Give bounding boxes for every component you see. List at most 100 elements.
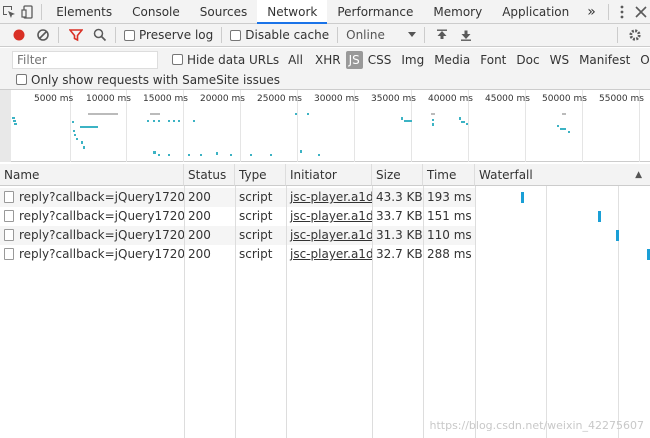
filter-other[interactable]: Other — [635, 51, 650, 69]
table-row[interactable]: reply?callback=jQuery172057... 200 scrip… — [0, 207, 475, 226]
overview-request-mark — [564, 128, 566, 130]
column-header-status[interactable]: Status — [184, 164, 235, 186]
network-toolbar: Preserve log Disable cache Online — [0, 24, 650, 47]
overview-request-mark — [193, 120, 195, 122]
hide-data-urls-checkbox[interactable]: Hide data URLs — [172, 53, 279, 67]
record-button[interactable] — [8, 24, 30, 46]
script-file-icon — [4, 248, 14, 260]
filter-css[interactable]: CSS — [363, 51, 397, 69]
column-header-time[interactable]: Time — [423, 164, 475, 186]
overview-request-mark — [168, 154, 170, 156]
disable-cache-checkbox[interactable]: Disable cache — [230, 28, 329, 42]
table-row[interactable]: reply?callback=jQuery172057... 200 scrip… — [0, 245, 475, 264]
column-header-initiator[interactable]: Initiator — [286, 164, 372, 186]
settings-gear-icon[interactable] — [624, 24, 646, 46]
overview-request-mark — [404, 120, 412, 122]
request-size: 32.7 KB — [376, 247, 423, 261]
request-status: 200 — [188, 247, 211, 261]
filter-img[interactable]: Img — [396, 51, 429, 69]
export-har-icon[interactable] — [455, 24, 477, 46]
overview-request-mark — [83, 146, 85, 149]
waterfall-bar[interactable] — [521, 192, 524, 203]
column-header-waterfall[interactable]: Waterfall ▲ — [475, 164, 650, 186]
tab-sources[interactable]: Sources — [190, 0, 257, 24]
tab-console[interactable]: Console — [122, 0, 190, 24]
filter-font[interactable]: Font — [475, 51, 511, 69]
kebab-menu-icon[interactable] — [613, 0, 632, 24]
inspect-element-icon[interactable] — [0, 0, 19, 24]
filter-all[interactable]: All — [283, 51, 308, 69]
column-header-type[interactable]: Type — [235, 164, 286, 186]
close-icon[interactable] — [631, 0, 650, 24]
requests-table: Name Status Type Initiator Size Time Wat… — [0, 164, 650, 438]
throttling-select[interactable]: Online — [346, 28, 417, 42]
request-initiator-link[interactable]: jsc-player.a1d... — [286, 245, 372, 264]
overview-request-mark — [466, 123, 468, 125]
tab-memory[interactable]: Memory — [423, 0, 492, 24]
request-name-cell: reply?callback=jQuery172057... — [0, 188, 184, 207]
overview-tick: 15000 ms — [143, 94, 188, 104]
filter-input[interactable] — [12, 50, 158, 69]
request-size: 31.3 KB — [376, 228, 423, 242]
filter-manifest[interactable]: Manifest — [574, 51, 635, 69]
more-tabs-button[interactable]: » — [579, 0, 604, 24]
overview-tick: 45000 ms — [485, 94, 530, 104]
filter-xhr[interactable]: XHR — [310, 51, 346, 69]
request-name: reply?callback=jQuery172057... — [19, 209, 184, 223]
filter-ws[interactable]: WS — [545, 51, 574, 69]
table-row[interactable]: reply?callback=jQuery172057... 200 scrip… — [0, 188, 475, 207]
request-name-cell: reply?callback=jQuery172057... — [0, 245, 184, 264]
preserve-log-checkbox[interactable]: Preserve log — [124, 28, 213, 42]
request-initiator-link[interactable]: jsc-player.a1d... — [286, 207, 372, 226]
request-initiator-link[interactable]: jsc-player.a1d... — [286, 226, 372, 245]
tab-network[interactable]: Network — [257, 0, 328, 24]
column-divider[interactable] — [235, 186, 236, 438]
import-har-icon[interactable] — [431, 24, 453, 46]
waterfall-bar[interactable] — [598, 211, 601, 222]
checkbox-box[interactable] — [172, 54, 183, 65]
overview-request-mark — [13, 120, 16, 122]
request-initiator-link[interactable]: jsc-player.a1d... — [286, 188, 372, 207]
samesite-checkbox[interactable]: Only show requests with SameSite issues — [16, 73, 280, 87]
column-divider[interactable] — [475, 186, 476, 438]
request-type: script — [239, 190, 273, 204]
overview-request-mark — [173, 120, 175, 122]
overview-request-mark — [74, 134, 76, 136]
divider — [337, 27, 339, 43]
request-name-cell: reply?callback=jQuery172057... — [0, 207, 184, 226]
device-toolbar-icon[interactable] — [19, 0, 38, 24]
overview-scroll-handle[interactable] — [0, 90, 11, 162]
overview-request-mark — [401, 117, 403, 120]
hide-data-urls-label: Hide data URLs — [187, 52, 280, 67]
tab-elements[interactable]: Elements — [46, 0, 122, 24]
column-divider[interactable] — [423, 186, 424, 438]
overview-request-mark — [72, 121, 74, 123]
script-file-icon — [4, 210, 14, 222]
checkbox-box[interactable] — [230, 29, 242, 41]
clear-icon[interactable] — [32, 24, 54, 46]
column-header-size[interactable]: Size — [372, 164, 423, 186]
tab-performance[interactable]: Performance — [327, 0, 423, 24]
filter-media[interactable]: Media — [429, 51, 475, 69]
overview-tick: 30000 ms — [314, 94, 359, 104]
request-time: 110 ms — [427, 228, 472, 242]
column-divider[interactable] — [372, 186, 373, 438]
filter-doc[interactable]: Doc — [511, 51, 544, 69]
request-size: 33.7 KB — [376, 209, 423, 223]
waterfall-bar[interactable] — [616, 230, 619, 241]
request-time: 193 ms — [427, 190, 472, 204]
column-header-name[interactable]: Name — [0, 164, 184, 186]
column-divider[interactable] — [184, 186, 185, 438]
network-overview[interactable]: 5000 ms 10000 ms 15000 ms 20000 ms 25000… — [0, 90, 650, 162]
overview-request-mark — [300, 150, 302, 153]
column-divider[interactable] — [286, 186, 287, 438]
checkbox-box[interactable] — [16, 74, 27, 85]
checkbox-box[interactable] — [124, 29, 135, 41]
table-row[interactable]: reply?callback=jQuery172057... 200 scrip… — [0, 226, 475, 245]
overview-request-mark — [153, 151, 156, 154]
search-icon[interactable] — [89, 24, 111, 46]
overview-tick: 55000 ms — [599, 94, 644, 104]
filter-js[interactable]: JS — [345, 50, 363, 69]
filter-icon[interactable] — [65, 24, 87, 46]
tab-application[interactable]: Application — [492, 0, 579, 24]
